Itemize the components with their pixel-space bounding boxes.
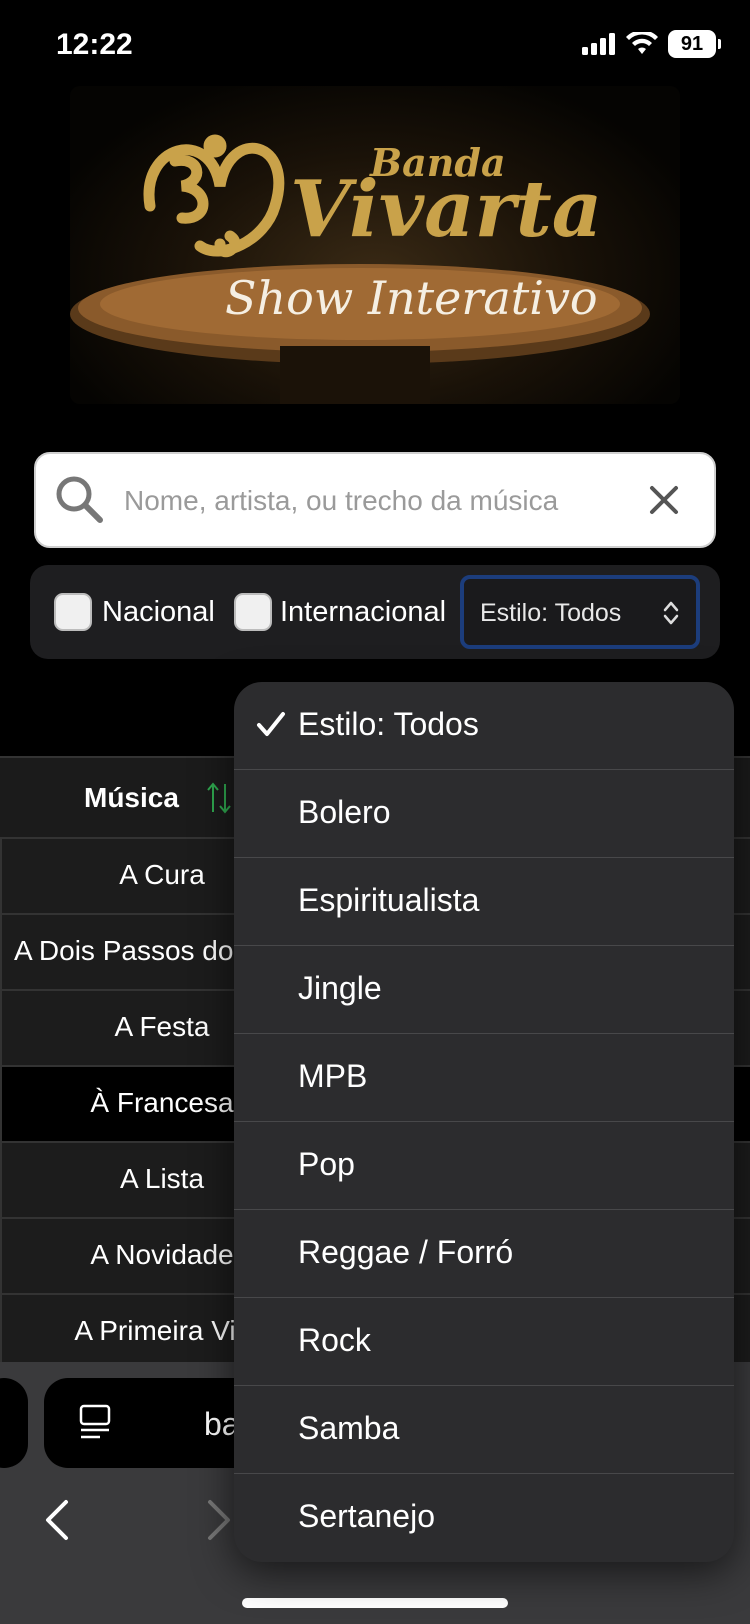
search-bar[interactable] xyxy=(34,452,716,548)
menu-item-bolero[interactable]: Bolero xyxy=(234,770,734,858)
wifi-icon xyxy=(626,32,658,54)
nacional-label: Nacional xyxy=(102,596,215,628)
style-select[interactable]: Estilo: Todos xyxy=(460,575,700,649)
previous-tab[interactable] xyxy=(0,1378,28,1468)
sort-icon[interactable] xyxy=(206,780,232,816)
menu-item-label: Espiritualista xyxy=(298,882,480,918)
menu-item-label: Samba xyxy=(298,1410,400,1446)
menu-item-label: Pop xyxy=(298,1146,355,1182)
clear-icon[interactable] xyxy=(644,480,684,520)
battery-level: 91 xyxy=(680,32,704,55)
banner-logo: Banda Vivarta Show Interativo xyxy=(70,86,680,404)
internacional-label: Internacional xyxy=(280,596,447,628)
menu-item-label: MPB xyxy=(298,1058,368,1094)
chevron-up-down-icon xyxy=(663,601,679,625)
reader-icon[interactable] xyxy=(78,1404,112,1440)
filter-bar: Nacional Internacional Estilo: Todos xyxy=(30,565,720,659)
checkmark-icon xyxy=(257,712,285,736)
menu-item-samba[interactable]: Samba xyxy=(234,1386,734,1474)
menu-item-label: Reggae / Forró xyxy=(298,1234,514,1270)
menu-item-estilo-todos[interactable]: Estilo: Todos xyxy=(234,682,734,770)
status-icons: 91 xyxy=(582,30,721,58)
battery-icon: 91 xyxy=(668,30,721,58)
nacional-checkbox[interactable] xyxy=(54,593,92,631)
internacional-checkbox[interactable] xyxy=(234,593,272,631)
menu-item-label: Rock xyxy=(298,1322,371,1358)
menu-item-sertanejo[interactable]: Sertanejo xyxy=(234,1474,734,1562)
menu-item-label: Bolero xyxy=(298,794,391,830)
home-indicator xyxy=(242,1598,508,1608)
status-bar: 12:22 91 xyxy=(0,0,750,90)
menu-item-label: Estilo: Todos xyxy=(298,706,479,742)
menu-item-reggae-forro[interactable]: Reggae / Forró xyxy=(234,1210,734,1298)
menu-item-pop[interactable]: Pop xyxy=(234,1122,734,1210)
menu-item-label: Sertanejo xyxy=(298,1498,435,1534)
column-header-music[interactable]: Música xyxy=(84,782,179,814)
cellular-signal-icon xyxy=(582,33,615,55)
forward-icon[interactable] xyxy=(204,1498,234,1542)
tagline: Show Interativo xyxy=(225,271,598,325)
back-icon[interactable] xyxy=(42,1498,72,1542)
menu-item-rock[interactable]: Rock xyxy=(234,1298,734,1386)
menu-item-espiritualista[interactable]: Espiritualista xyxy=(234,858,734,946)
status-time: 12:22 xyxy=(56,28,133,61)
menu-item-mpb[interactable]: MPB xyxy=(234,1034,734,1122)
menu-item-jingle[interactable]: Jingle xyxy=(234,946,734,1034)
style-dropdown-menu: Estilo: Todos Bolero Espiritualista Jing… xyxy=(234,682,734,1562)
brand-line2: Vivarta xyxy=(290,164,602,255)
search-input[interactable] xyxy=(124,472,644,530)
menu-item-label: Jingle xyxy=(298,970,382,1006)
style-select-value: Estilo: Todos xyxy=(480,599,622,627)
search-icon xyxy=(56,476,103,523)
banda-vivarta-logo: Banda Vivarta Show Interativo xyxy=(70,134,650,404)
